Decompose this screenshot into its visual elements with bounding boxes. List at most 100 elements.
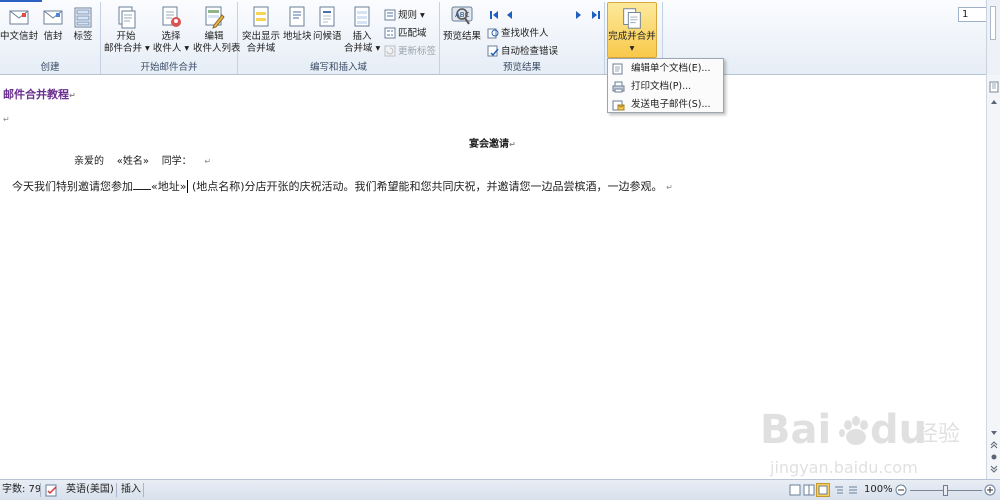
ruler-toggle-icon[interactable] (989, 81, 999, 93)
email-icon (612, 100, 625, 111)
finish-and-merge-button[interactable]: 完成并合并 ▾ (607, 2, 657, 58)
word-count[interactable]: 字数: 79 (2, 480, 41, 500)
edit-recipient-list-button[interactable]: 编辑 收件人列表 (193, 4, 241, 55)
update-labels-icon (384, 45, 396, 57)
proofing-icon[interactable] (45, 484, 59, 497)
printer-icon (612, 81, 625, 93)
edit-label-2: 收件人列表 (193, 43, 241, 54)
svg-text:经验: 经验 (916, 422, 960, 447)
browse-object-icon[interactable] (990, 453, 998, 461)
highlight-label-2: 合并域 (246, 43, 276, 54)
auto-check-label: 自动检查错误 (501, 46, 559, 57)
highlight-label-1: 突出显示 (241, 31, 280, 42)
greeting-line-button[interactable]: 问候语 (313, 4, 342, 43)
ribbon-mailings: 中文信封 信封 标签 创建 开始 邮件合并 ▾ 选择 收件人 ▾ 编辑 收件人列… (0, 0, 1000, 75)
outline-view-icon[interactable] (833, 484, 845, 496)
rules-label: 规则 (398, 10, 418, 21)
paragraph-mark: ↵ (509, 140, 516, 149)
group-start-merge-label: 开始邮件合并 (140, 62, 198, 73)
preview-results-label: 预览结果 (442, 31, 481, 42)
preview-results-button[interactable]: ABC 预览结果 (442, 4, 482, 43)
web-layout-view-button[interactable] (816, 483, 830, 497)
insert-field-icon (354, 6, 370, 27)
scroll-down-icon[interactable] (990, 430, 998, 436)
finish-merge-icon (623, 8, 641, 29)
name-merge-field[interactable]: «姓名» (117, 156, 149, 167)
print-documents-label: 打印文档(P)... (631, 81, 692, 92)
previous-record-icon[interactable] (504, 9, 514, 21)
send-email-item[interactable]: 发送电子邮件(S)... (608, 96, 723, 114)
start-merge-icon (118, 6, 136, 29)
chinese-envelope-button[interactable]: 中文信封 (0, 4, 38, 43)
first-record-icon[interactable] (488, 9, 500, 21)
highlight-merge-fields-button[interactable]: 突出显示 合并域 (241, 4, 281, 55)
next-page-icon[interactable] (990, 465, 998, 473)
vertical-scrollbar[interactable] (986, 75, 1000, 479)
previous-page-icon[interactable] (990, 441, 998, 449)
select-label-2: 收件人 (152, 43, 182, 54)
finish-merge-dropdown: 编辑单个文档(E)... 打印文档(P)... 发送电子邮件(S)... (607, 58, 724, 113)
body-paragraph: 今天我们特别邀请您参加 «地址» (地点名称)分店开张的庆祝活动。我们希望能和您共… (12, 178, 673, 194)
find-recipient-icon (487, 28, 499, 39)
address-block-button[interactable]: 地址块 (283, 4, 312, 43)
start-merge-label-1: 开始 (116, 31, 136, 42)
print-layout-view-icon[interactable] (789, 484, 801, 496)
send-email-label: 发送电子邮件(S)... (631, 99, 711, 110)
zoom-in-icon[interactable] (984, 484, 996, 496)
next-record-icon[interactable] (574, 9, 584, 21)
address-block-icon (289, 6, 305, 27)
body-text-end: (地点名称)分店开张的庆祝活动。我们希望能和您共同庆祝，并邀请您一边品尝槟酒，一… (191, 180, 663, 193)
greeting-line: 亲爱的 «姓名» 同学： ↵ (74, 152, 211, 167)
full-screen-reading-icon[interactable] (803, 484, 815, 496)
select-recipients-button[interactable]: 选择 收件人 ▾ (151, 4, 191, 55)
last-record-icon[interactable] (590, 9, 602, 21)
address-block-label: 地址块 (283, 31, 312, 42)
paragraph-mark: ↵ (69, 91, 76, 100)
status-separator (116, 483, 117, 497)
paragraph-mark: ↵ (204, 157, 212, 166)
body-text-start: 今天我们特别邀请您参加 (12, 180, 133, 193)
find-recipient-button[interactable]: 查找收件人 (487, 26, 549, 41)
envelope-icon (9, 10, 29, 25)
address-merge-field[interactable]: «地址» (151, 180, 189, 193)
group-preview-label: 预览结果 (502, 62, 541, 73)
group-create: 中文信封 信封 标签 创建 (0, 2, 101, 74)
document-heading: 邮件合并教程↵ (3, 86, 76, 102)
status-bar: 字数: 79 英语(美国) 插入 100% (0, 479, 1000, 500)
svg-text:Bai: Bai (760, 407, 831, 453)
group-write-insert-label: 编写和插入域 (309, 62, 367, 73)
paragraph-mark: ↵ (3, 115, 10, 124)
ribbon-scroll-thumb[interactable] (990, 6, 996, 40)
insert-merge-field-button[interactable]: 插入 合并域 ▾ (344, 4, 380, 55)
match-fields-label: 匹配域 (398, 28, 427, 39)
status-separator (40, 483, 41, 497)
zoom-level[interactable]: 100% (864, 480, 893, 500)
draft-view-icon[interactable] (847, 484, 859, 496)
greeting-prefix: 亲爱的 (74, 156, 104, 167)
edit-label-1: 编辑 (204, 31, 224, 42)
envelope-icon (43, 10, 63, 25)
print-documents-item[interactable]: 打印文档(P)... (608, 78, 723, 96)
envelope-button[interactable]: 信封 (40, 4, 66, 43)
select-label-1: 选择 (161, 31, 181, 42)
paragraph-mark: ↵ (666, 183, 673, 192)
status-separator (143, 483, 144, 497)
greeting-suffix: 同学： (161, 156, 192, 167)
greeting-line-label: 问候语 (313, 31, 342, 42)
title-text: 宴会邀请 (469, 139, 509, 150)
zoom-slider-thumb[interactable] (943, 485, 948, 496)
match-fields-icon (384, 27, 396, 39)
update-labels-button[interactable]: 更新标签 (384, 44, 436, 59)
match-fields-button[interactable]: 匹配域 (384, 26, 427, 41)
insert-mode-indicator[interactable]: 插入 (121, 480, 141, 500)
rules-button[interactable]: 规则 ▾ (384, 8, 425, 23)
language-indicator[interactable]: 英语(美国) (66, 480, 114, 500)
zoom-out-icon[interactable] (895, 484, 907, 496)
scroll-up-icon[interactable] (990, 99, 998, 105)
start-mail-merge-button[interactable]: 开始 邮件合并 ▾ (104, 4, 150, 55)
auto-check-errors-button[interactable]: 自动检查错误 (487, 44, 558, 59)
word-window: 中文信封 信封 标签 创建 开始 邮件合并 ▾ 选择 收件人 ▾ 编辑 收件人列… (0, 0, 1000, 500)
web-layout-icon (818, 485, 828, 495)
labels-button[interactable]: 标签 (70, 4, 96, 43)
edit-individual-documents-item[interactable]: 编辑单个文档(E)... (608, 60, 723, 78)
